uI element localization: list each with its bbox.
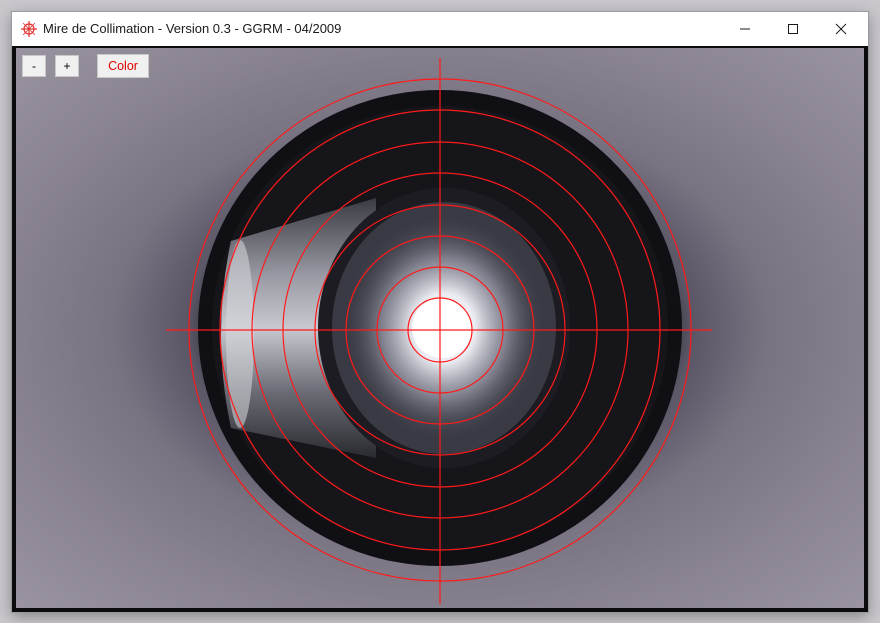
close-button[interactable] [818, 12, 864, 46]
minimize-icon [740, 28, 750, 30]
title-bar[interactable]: Mire de Collimation - Version 0.3 - GGRM… [12, 12, 868, 46]
close-icon [835, 23, 847, 35]
minimize-button[interactable] [722, 12, 768, 46]
maximize-button[interactable] [770, 12, 816, 46]
color-button[interactable]: Color [97, 54, 149, 78]
camera-view[interactable]: - + Color [16, 48, 864, 608]
zoom-out-button[interactable]: - [22, 55, 46, 77]
maximize-icon [788, 24, 798, 34]
client-area: - + Color [12, 46, 868, 612]
window-title: Mire de Collimation - Version 0.3 - GGRM… [43, 21, 342, 36]
collimation-crosshair-icon [21, 21, 37, 37]
app-window: Mire de Collimation - Version 0.3 - GGRM… [12, 12, 868, 612]
zoom-in-button[interactable]: + [55, 55, 79, 77]
drawtube-rim [226, 240, 254, 428]
collimation-overlay [166, 58, 712, 604]
